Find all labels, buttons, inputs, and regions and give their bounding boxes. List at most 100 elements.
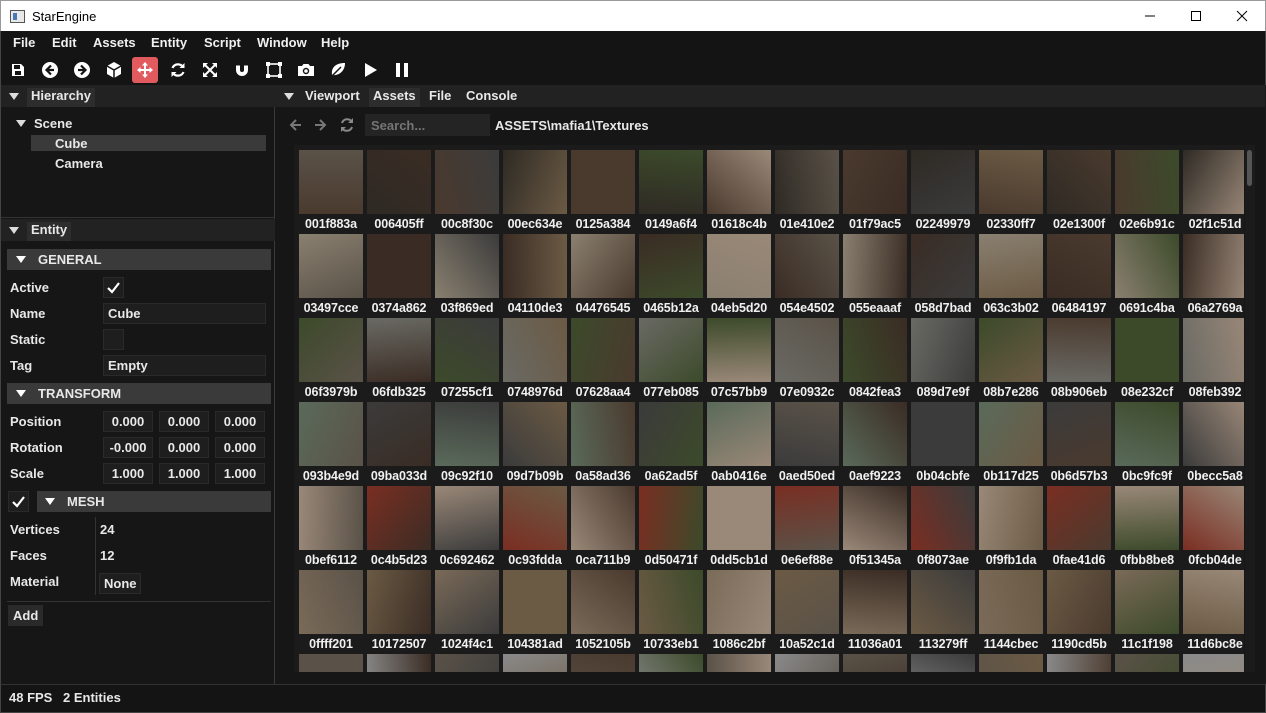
tree-node-camera[interactable]: Camera bbox=[55, 156, 103, 171]
asset-item[interactable] bbox=[501, 652, 569, 672]
asset-item[interactable]: 0fae41d6 bbox=[1045, 484, 1113, 568]
asset-item[interactable]: 10733eb1 bbox=[637, 568, 705, 652]
section-mesh[interactable]: MESH bbox=[37, 491, 271, 512]
asset-item[interactable]: 006405ff bbox=[365, 148, 433, 232]
asset-item[interactable] bbox=[773, 652, 841, 672]
asset-item[interactable]: 06484197 bbox=[1045, 232, 1113, 316]
asset-item[interactable]: 1086c2bf bbox=[705, 568, 773, 652]
asset-item[interactable] bbox=[977, 652, 1045, 672]
asset-item[interactable]: 0aed50ed bbox=[773, 400, 841, 484]
asset-item[interactable] bbox=[705, 652, 773, 672]
asset-item[interactable]: 04476545 bbox=[569, 232, 637, 316]
asset-item[interactable] bbox=[297, 652, 365, 672]
asset-item[interactable]: 0becc5a8 bbox=[1181, 400, 1244, 484]
close-button[interactable] bbox=[1219, 1, 1265, 31]
asset-item[interactable]: 0aef9223 bbox=[841, 400, 909, 484]
asset-item[interactable] bbox=[1045, 652, 1113, 672]
panel-menu-icon[interactable] bbox=[9, 227, 19, 234]
asset-item[interactable]: 0c93fdda bbox=[501, 484, 569, 568]
asset-item[interactable]: 09ba033d bbox=[365, 400, 433, 484]
asset-item[interactable]: 00ec634e bbox=[501, 148, 569, 232]
asset-item[interactable]: 0842fea3 bbox=[841, 316, 909, 400]
asset-item[interactable]: 04eb5d20 bbox=[705, 232, 773, 316]
asset-item[interactable]: 07e0932c bbox=[773, 316, 841, 400]
asset-item[interactable] bbox=[1113, 652, 1181, 672]
asset-item[interactable]: 0a62ad5f bbox=[637, 400, 705, 484]
asset-item[interactable]: 03497cce bbox=[297, 232, 365, 316]
asset-item[interactable]: 0125a384 bbox=[569, 148, 637, 232]
move-tool-button[interactable] bbox=[132, 57, 158, 83]
snap-button[interactable] bbox=[229, 57, 255, 83]
rotation-z[interactable]: 0.000 bbox=[215, 437, 265, 458]
back-button[interactable] bbox=[284, 114, 306, 136]
asset-item[interactable]: 0fcb04de bbox=[1181, 484, 1244, 568]
section-general[interactable]: GENERAL bbox=[7, 249, 271, 270]
asset-item[interactable]: 01618c4b bbox=[705, 148, 773, 232]
asset-item[interactable]: 093b4e9d bbox=[297, 400, 365, 484]
asset-item[interactable] bbox=[433, 652, 501, 672]
asset-item[interactable]: 03f869ed bbox=[433, 232, 501, 316]
tree-node-scene[interactable]: Scene bbox=[34, 116, 72, 131]
asset-item[interactable]: 113279ff bbox=[909, 568, 977, 652]
asset-item[interactable]: 02330ff7 bbox=[977, 148, 1045, 232]
asset-item[interactable]: 01f79ac5 bbox=[841, 148, 909, 232]
asset-item[interactable]: 0d50471f bbox=[637, 484, 705, 568]
asset-item[interactable]: 07255cf1 bbox=[433, 316, 501, 400]
asset-item[interactable]: 11d6bc8e bbox=[1181, 568, 1244, 652]
asset-item[interactable]: 0c4b5d23 bbox=[365, 484, 433, 568]
asset-item[interactable]: 01e410e2 bbox=[773, 148, 841, 232]
minimize-button[interactable] bbox=[1127, 1, 1173, 31]
asset-item[interactable]: 0691c4ba bbox=[1113, 232, 1181, 316]
asset-item[interactable]: 0ffff201 bbox=[297, 568, 365, 652]
asset-item[interactable] bbox=[637, 652, 705, 672]
asset-item[interactable]: 055eaaaf bbox=[841, 232, 909, 316]
asset-item[interactable]: 09d7b09b bbox=[501, 400, 569, 484]
vertical-scrollbar[interactable] bbox=[1245, 145, 1255, 672]
asset-item[interactable]: 089d7e9f bbox=[909, 316, 977, 400]
rotation-x[interactable]: -0.000 bbox=[103, 437, 153, 458]
rotate-tool-button[interactable] bbox=[165, 57, 191, 83]
asset-item[interactable] bbox=[841, 652, 909, 672]
asset-item[interactable]: 08b7e286 bbox=[977, 316, 1045, 400]
asset-item[interactable]: 02e1300f bbox=[1045, 148, 1113, 232]
tab-console[interactable]: Console bbox=[462, 88, 521, 107]
undo-button[interactable] bbox=[37, 57, 63, 83]
asset-item[interactable]: 0149a6f4 bbox=[637, 148, 705, 232]
asset-item[interactable]: 10172507 bbox=[365, 568, 433, 652]
asset-item[interactable]: 0465b12a bbox=[637, 232, 705, 316]
scale-tool-button[interactable] bbox=[197, 57, 223, 83]
screenshot-button[interactable] bbox=[293, 57, 319, 83]
cube-button[interactable] bbox=[101, 57, 127, 83]
asset-item[interactable]: 08e232cf bbox=[1113, 316, 1181, 400]
rotation-y[interactable]: 0.000 bbox=[159, 437, 209, 458]
asset-item[interactable]: 0a58ad36 bbox=[569, 400, 637, 484]
asset-item[interactable]: 001f883a bbox=[297, 148, 365, 232]
pause-button[interactable] bbox=[389, 57, 415, 83]
asset-item[interactable]: 063c3b02 bbox=[977, 232, 1045, 316]
menu-window[interactable]: Window bbox=[257, 35, 307, 50]
mesh-enabled-checkbox[interactable] bbox=[8, 491, 29, 512]
asset-item[interactable]: 0748976d bbox=[501, 316, 569, 400]
asset-item[interactable]: 04110de3 bbox=[501, 232, 569, 316]
menu-script[interactable]: Script bbox=[204, 35, 241, 50]
tab-file[interactable]: File bbox=[425, 88, 455, 107]
asset-item[interactable]: 09c92f10 bbox=[433, 400, 501, 484]
asset-item[interactable]: 0fbb8be8 bbox=[1113, 484, 1181, 568]
asset-item[interactable]: 0ca711b9 bbox=[569, 484, 637, 568]
asset-item[interactable]: 077eb085 bbox=[637, 316, 705, 400]
play-button[interactable] bbox=[357, 57, 383, 83]
tab-assets[interactable]: Assets bbox=[369, 88, 420, 107]
asset-item[interactable]: 0b6d57b3 bbox=[1045, 400, 1113, 484]
asset-item[interactable]: 054e4502 bbox=[773, 232, 841, 316]
scale-z[interactable]: 1.000 bbox=[215, 463, 265, 484]
asset-item[interactable]: 1144cbec bbox=[977, 568, 1045, 652]
redo-button[interactable] bbox=[69, 57, 95, 83]
asset-item[interactable]: 0e6ef88e bbox=[773, 484, 841, 568]
tab-hierarchy[interactable]: Hierarchy bbox=[27, 88, 95, 107]
tab-entity[interactable]: Entity bbox=[27, 222, 72, 241]
asset-item[interactable]: 02249979 bbox=[909, 148, 977, 232]
asset-item[interactable]: 00c8f30c bbox=[433, 148, 501, 232]
scale-y[interactable]: 1.000 bbox=[159, 463, 209, 484]
name-field[interactable]: Cube bbox=[103, 303, 266, 324]
asset-item[interactable]: 08feb392 bbox=[1181, 316, 1244, 400]
